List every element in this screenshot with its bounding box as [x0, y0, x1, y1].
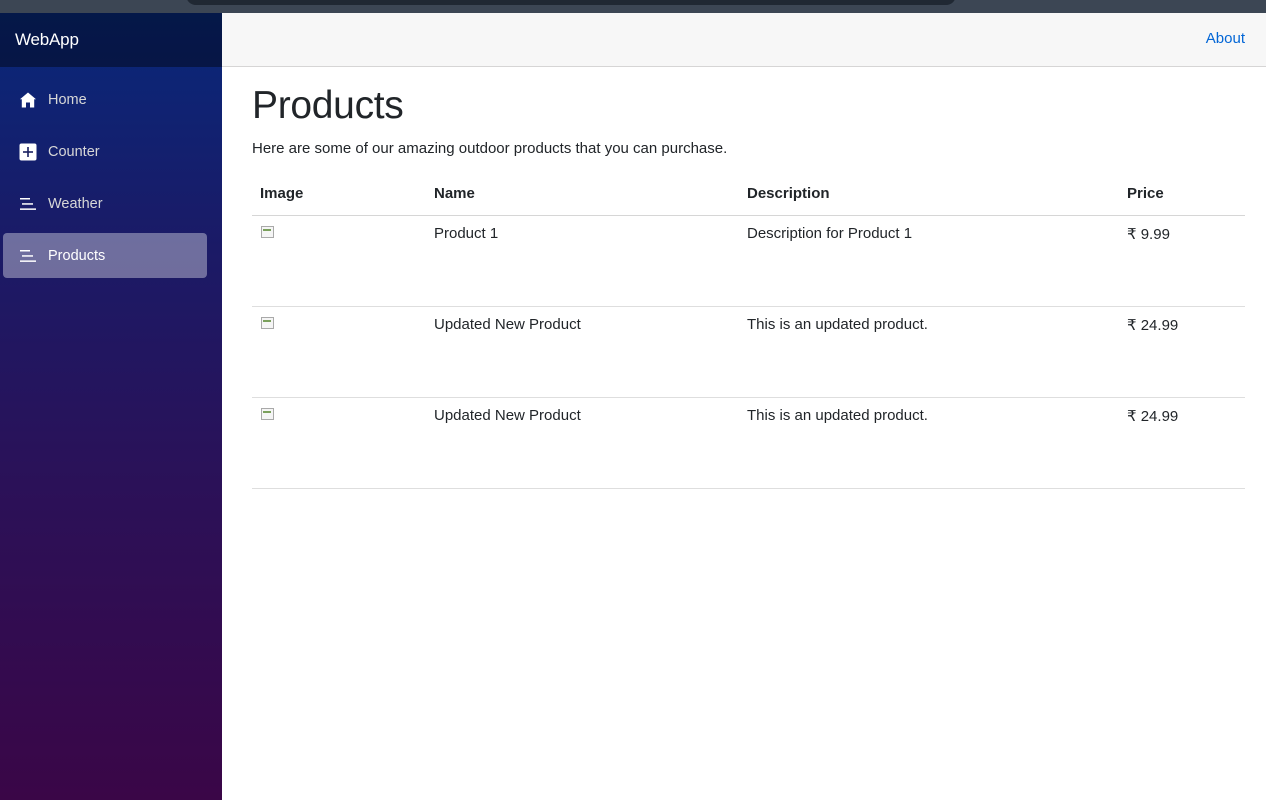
column-header-name: Name [426, 175, 739, 216]
sidebar-item-counter[interactable]: Counter [3, 129, 207, 174]
list-icon [18, 194, 38, 214]
table-row: Updated New Product This is an updated p… [252, 397, 1245, 489]
sidebar-item-weather[interactable]: Weather [3, 181, 207, 226]
page-description: Here are some of our amazing outdoor pro… [252, 140, 728, 157]
sidebar-item-products[interactable]: Products [3, 233, 207, 278]
table-header-row: Image Name Description Price [252, 175, 1245, 216]
product-description: This is an updated product. [739, 306, 1119, 398]
broken-image-icon [260, 225, 276, 239]
broken-image-icon [260, 407, 276, 421]
product-name: Updated New Product [426, 397, 739, 489]
main-content: Products Here are some of our amazing ou… [252, 67, 1245, 489]
browser-address-bar[interactable] [186, 0, 956, 5]
sidebar-item-label: Home [48, 91, 87, 108]
sidebar-item-label: Counter [48, 143, 100, 160]
product-image-cell [252, 306, 426, 398]
product-image-cell [252, 215, 426, 307]
sidebar-item-label: Weather [48, 195, 103, 212]
brand-bar: WebApp [0, 13, 222, 67]
sidebar-nav: Home Counter Weather Products [0, 67, 222, 278]
column-header-price: Price [1119, 175, 1245, 216]
table-row: Updated New Product This is an updated p… [252, 306, 1245, 398]
product-image-cell [252, 397, 426, 489]
browser-chrome-strip [0, 0, 1266, 13]
table-row: Product 1 Description for Product 1 ₹ 9.… [252, 215, 1245, 307]
product-name: Product 1 [426, 215, 739, 307]
top-row: About [222, 13, 1266, 67]
brand-link[interactable]: WebApp [15, 30, 79, 50]
list-icon [18, 246, 38, 266]
page-title: Products [252, 84, 404, 127]
product-price: ₹ 24.99 [1119, 397, 1245, 489]
about-link[interactable]: About [1206, 30, 1245, 47]
product-price: ₹ 9.99 [1119, 215, 1245, 307]
sidebar: WebApp Home Counter Weather Products [0, 13, 222, 800]
home-icon [18, 90, 38, 110]
sidebar-item-home[interactable]: Home [3, 77, 207, 122]
column-header-image: Image [252, 175, 426, 216]
product-price: ₹ 24.99 [1119, 306, 1245, 398]
column-header-description: Description [739, 175, 1119, 216]
plus-square-icon [18, 142, 38, 162]
product-description: This is an updated product. [739, 397, 1119, 489]
broken-image-icon [260, 316, 276, 330]
product-description: Description for Product 1 [739, 215, 1119, 307]
sidebar-item-label: Products [48, 247, 106, 264]
product-name: Updated New Product [426, 306, 739, 398]
products-table: Image Name Description Price Product 1 D… [252, 175, 1245, 489]
